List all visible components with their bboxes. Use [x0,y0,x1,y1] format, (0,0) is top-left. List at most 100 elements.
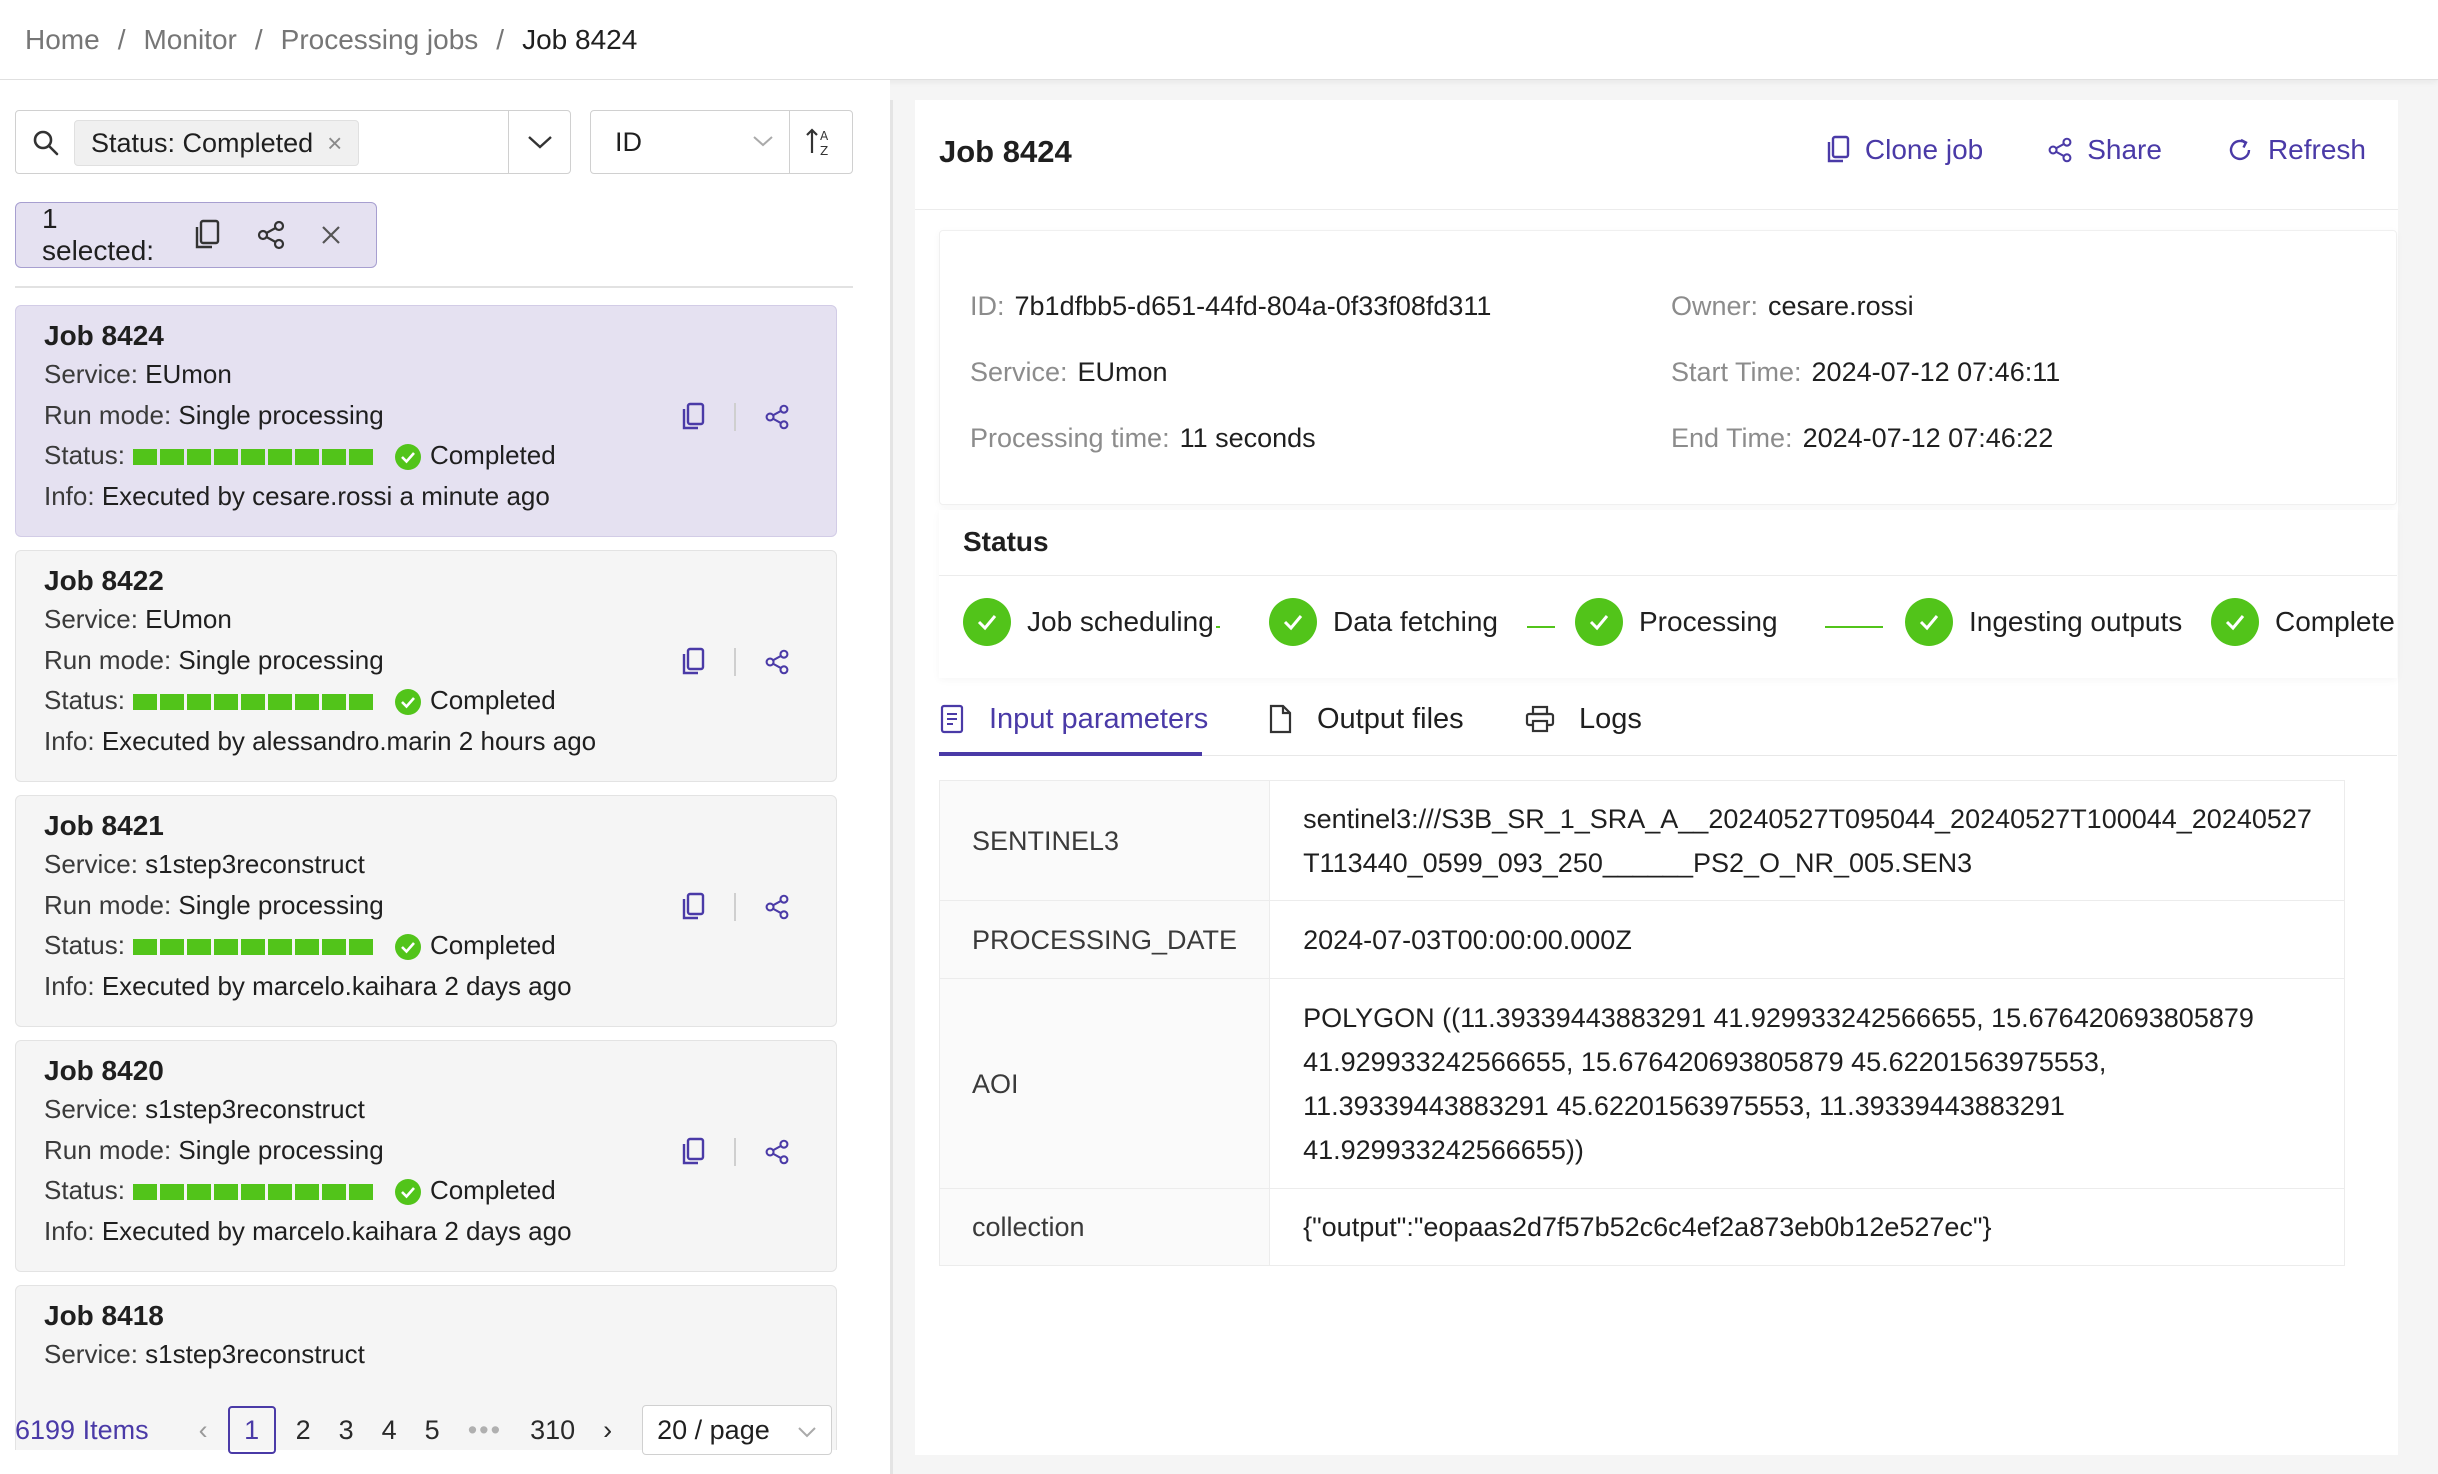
run-mode-label: Run mode: [44,889,172,920]
param-value: POLYGON ((11.39339443883291 41.929933242… [1269,978,2345,1189]
step-job-scheduling: Job scheduling [963,598,1214,646]
remove-tag-icon[interactable]: × [327,128,342,159]
tab-logs[interactable]: Logs [1525,694,1642,744]
table-row: AOI POLYGON ((11.39339443883291 41.92993… [938,978,2345,1189]
sort-field-select[interactable]: ID [590,110,790,174]
detail-tabs: Input parameters Output files Logs [939,680,2397,756]
copy-icon[interactable] [680,402,706,432]
page-size-select[interactable]: 20 / page [642,1405,833,1455]
job-title: Job 8420 [44,1055,164,1086]
job-info: Info: Executed by alessandro.marin 2 hou… [44,721,836,762]
chevron-down-icon [753,136,773,147]
divider [15,286,853,288]
divider [734,1138,736,1166]
tab-label: Input parameters [989,702,1209,735]
processing-time-row: Processing time: 11 seconds [970,423,1316,454]
divider [734,648,736,676]
processing-time-label: Processing time: [970,423,1170,453]
end-time-label: End Time: [1671,423,1793,453]
info-value: Executed by marcelo.kaihara 2 days ago [101,1215,572,1246]
info-value: Executed by alessandro.marin 2 hours ago [101,725,597,756]
info-label: Info: [44,725,95,756]
copy-icon[interactable] [680,647,706,677]
info-label: Info: [44,1215,95,1246]
share-icon[interactable] [256,220,286,250]
copy-icon[interactable] [680,1137,706,1167]
run-mode-value: Single processing [178,1134,384,1165]
status-title: Status [939,510,2397,576]
clear-selection-icon[interactable] [320,224,342,246]
param-key: PROCESSING_DATE [938,900,1271,979]
check-circle-icon [394,1179,421,1206]
step-label: Complete [2275,606,2395,637]
pagination: 6199 Items ‹ 1 2 3 4 5 ••• 310 › 20 / pa… [15,1405,875,1455]
share-icon[interactable] [764,1139,790,1165]
status-filter[interactable]: Status: Completed × [15,110,571,174]
param-value: 2024-07-03T00:00:00.000Z [1269,900,2345,979]
total-items: 6199 Items [15,1414,149,1445]
prev-page-icon[interactable]: ‹ [199,1415,208,1446]
next-page-icon[interactable]: › [603,1415,612,1446]
input-parameters-table: SENTINEL3 sentinel3:///S3B_SR_1_SRA_A__2… [938,780,2345,1266]
check-circle-icon [394,689,421,716]
share-icon [2048,137,2072,163]
job-card[interactable]: Job 8420 Service: s1step3reconstruct Run… [15,1040,837,1272]
job-service: Service: s1step3reconstruct [44,844,836,885]
clone-job-button[interactable]: Clone job [1825,134,1983,166]
run-mode-label: Run mode: [44,399,172,430]
run-mode-label: Run mode: [44,644,172,675]
status-label: Status: [44,930,125,960]
breadcrumb-processing-jobs[interactable]: Processing jobs [281,24,479,56]
status-card: Status Job scheduling Data fetching Proc… [939,510,2397,678]
tab-output-files[interactable]: Output files [1267,694,1464,744]
share-icon[interactable] [764,894,790,920]
breadcrumb-monitor[interactable]: Monitor [143,24,236,56]
refresh-button[interactable]: Refresh [2226,134,2366,166]
breadcrumb-home[interactable]: Home [25,24,100,56]
copy-icon[interactable] [192,219,222,251]
job-status: Status: Completed [44,1170,836,1211]
panel-divider[interactable] [890,100,893,1474]
owner-row: Owner: cesare.rossi [1671,291,1914,322]
status-value: Completed [429,685,556,715]
end-time-value: 2024-07-12 07:46:22 [1802,423,2054,453]
job-card[interactable]: Job 8424 Service: EUmon Run mode: Single… [15,305,837,537]
job-detail-header: Job 8424 Clone job Share Refresh [915,100,2398,210]
copy-icon [1827,135,1850,163]
owner-value: cesare.rossi [1768,291,1914,321]
run-mode-value: Single processing [178,889,384,920]
job-service: Service: s1step3reconstruct [44,1089,836,1130]
page-4[interactable]: 4 [382,1415,397,1446]
filter-dropdown-button[interactable] [508,111,570,173]
share-icon[interactable] [764,404,790,430]
job-card[interactable]: Job 8421 Service: s1step3reconstruct Run… [15,795,837,1027]
page-last[interactable]: 310 [530,1415,575,1446]
breadcrumb-separator: / [254,23,263,55]
step-label: Job scheduling [1027,606,1214,637]
end-time-row: End Time: 2024-07-12 07:46:22 [1671,423,2053,454]
tab-input-parameters[interactable]: Input parameters [939,694,1208,744]
share-button[interactable]: Share [2047,134,2162,166]
page-5[interactable]: 5 [425,1415,440,1446]
job-card[interactable]: Job 8422 Service: EUmon Run mode: Single… [15,550,837,782]
page-1[interactable]: 1 [227,1406,276,1454]
page-3[interactable]: 3 [339,1415,354,1446]
page-ellipsis[interactable]: ••• [468,1415,502,1446]
share-icon[interactable] [764,649,790,675]
info-value: Executed by cesare.rossi a minute ago [101,480,550,511]
clone-job-label: Clone job [1864,134,1984,165]
sort-direction-button[interactable]: A Z [789,110,853,174]
step-connector [1216,626,1220,628]
job-list: Job 8424 Service: EUmon Run mode: Single… [15,305,837,1450]
copy-icon[interactable] [680,892,706,922]
page-2[interactable]: 2 [296,1415,311,1446]
check-circle-icon [394,444,421,471]
id-value: 7b1dfbb5-d651-44fd-804a-0f33f08fd311 [1014,291,1492,321]
breadcrumb-current: Job 8424 [522,23,638,55]
service-label: Service: [970,357,1068,387]
job-status: Status: Completed [44,435,836,476]
page-size-value: 20 / page [657,1414,770,1445]
step-label: Data fetching [1333,606,1498,637]
svg-text:A: A [820,129,829,143]
job-info-card: ID: 7b1dfbb5-d651-44fd-804a-0f33f08fd311 … [939,230,2397,505]
